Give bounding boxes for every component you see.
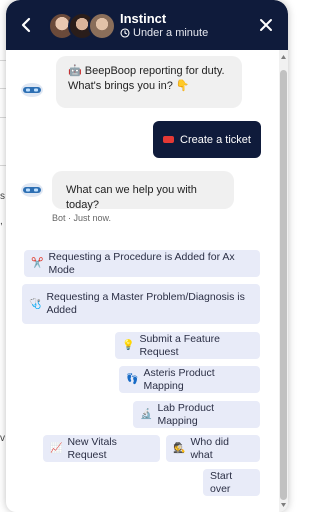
chat-title: Instinct (120, 11, 167, 26)
option-label: Requesting a Procedure is Added for Ax M… (48, 250, 235, 276)
scroll-down-arrow-icon[interactable] (280, 501, 287, 509)
user-message-bubble: Create a ticket (153, 121, 261, 158)
background-text-fragment: s (0, 191, 5, 202)
close-icon[interactable] (256, 15, 276, 35)
bot-message-bubble: 🤖 BeepBoop reporting for duty. What's br… (56, 56, 242, 108)
scissors-icon: ✂️ (31, 258, 44, 269)
chat-header: Instinct Under a minute (6, 0, 288, 50)
background-text-fragment: v (0, 433, 5, 444)
option-lab-mapping[interactable]: 🔬 Lab Product Mapping (133, 401, 260, 428)
option-label: New Vitals Request (67, 435, 117, 461)
option-label: Submit a Feature Request (139, 332, 220, 358)
background-text-fragment: , (0, 216, 3, 227)
response-time: Under a minute (120, 27, 208, 39)
bot-greeting-line: 🤖 BeepBoop reporting for duty. (68, 65, 225, 77)
option-diagnosis-request[interactable]: 🩺 Requesting a Master Problem/Diagnosis … (22, 284, 260, 324)
stethoscope-icon: 🩺 (29, 298, 42, 310)
option-label: Who did what (190, 435, 229, 461)
option-feature-request[interactable]: 💡 Submit a Feature Request (115, 332, 260, 359)
option-label: Lab Product Mapping (157, 401, 215, 427)
bot-greeting-line: What's brings you in? 👇 (68, 80, 190, 92)
clock-icon (120, 28, 130, 38)
option-start-over[interactable]: Start over (203, 469, 260, 496)
response-time-label: Under a minute (133, 27, 209, 39)
user-message-text: Create a ticket (180, 133, 251, 146)
flag-icon (163, 136, 175, 143)
detective-icon: 🕵️ (173, 443, 186, 454)
option-label: Requesting a Master Problem/Diagnosis is… (46, 291, 245, 316)
lightbulb-icon: 💡 (122, 340, 135, 351)
bot-question-text: What can we help you with today? (66, 184, 197, 211)
footprints-icon: 👣 (126, 374, 139, 385)
scroll-up-arrow-icon[interactable] (280, 53, 287, 61)
scrollbar-thumb[interactable] (280, 70, 287, 500)
bot-avatar-icon (21, 183, 43, 197)
message-meta: Bot · Just now. (52, 213, 112, 223)
bot-message-bubble: What can we help you with today? (52, 171, 234, 211)
option-who-did-what[interactable]: 🕵️ Who did what (166, 435, 260, 462)
microscope-icon: 🔬 (140, 409, 153, 420)
agent-avatars (48, 12, 116, 40)
chart-icon: 📈 (50, 443, 63, 454)
avatar (88, 12, 116, 40)
option-procedure-request[interactable]: ✂️ Requesting a Procedure is Added for A… (24, 250, 260, 277)
chat-widget: Instinct Under a minute 🤖 BeepBoop repor… (6, 0, 288, 512)
option-label: Asteris Product Mapping (143, 366, 215, 392)
option-new-vitals[interactable]: 📈 New Vitals Request (43, 435, 160, 462)
bot-avatar-icon (21, 83, 43, 97)
chevron-left-icon[interactable] (16, 13, 36, 37)
option-label: Start over (210, 469, 233, 495)
option-asteris-mapping[interactable]: 👣 Asteris Product Mapping (119, 366, 260, 393)
